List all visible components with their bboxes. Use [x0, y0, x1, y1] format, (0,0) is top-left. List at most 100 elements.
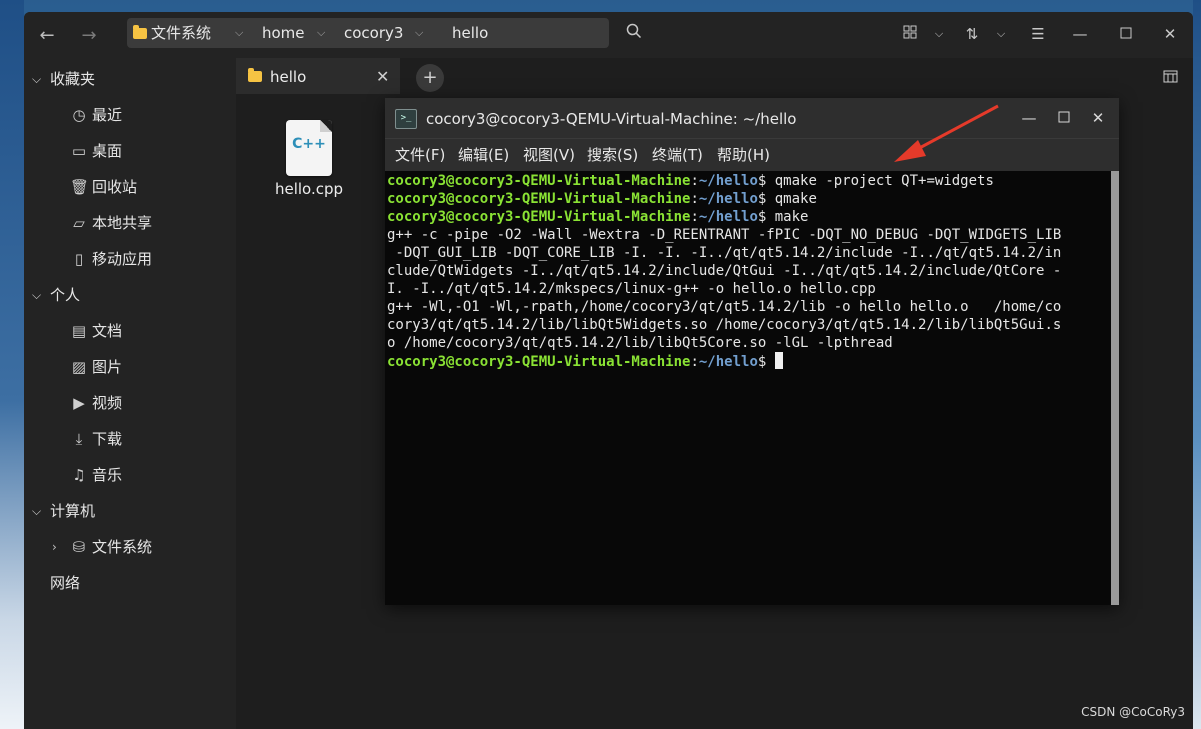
prompt-separator: : — [690, 191, 699, 207]
maximize-icon[interactable] — [1053, 108, 1075, 128]
minimize-icon[interactable]: — — [1070, 22, 1090, 46]
document-icon: ▤ — [71, 322, 87, 340]
icon-view-icon[interactable] — [900, 22, 920, 46]
terminal-output-line: o /home/cocory3/qt/qt5.14.2/lib/libQt5Co… — [387, 335, 893, 351]
sidebar-item-documents[interactable]: ▤ 文档 — [24, 313, 234, 349]
sidebar-item-label: 最近 — [92, 106, 123, 124]
menu-view[interactable]: 视图(V) — [523, 139, 575, 171]
terminal-output-line: -DQT_GUI_LIB -DQT_CORE_LIB -I. -I. -I../… — [387, 245, 1062, 261]
sidebar-section-personal[interactable]: ⌵ 个人 — [24, 277, 234, 313]
terminal-prompt-line: cocory3@cocory3-QEMU-Virtual-Machine:~/h… — [387, 172, 994, 190]
chevron-right-icon[interactable]: › — [52, 529, 57, 565]
sidebar-item-local-share[interactable]: ▱ 本地共享 — [24, 205, 234, 241]
terminal-title: cocory3@cocory3-QEMU-Virtual-Machine: ~/… — [426, 110, 797, 128]
sidebar-section-network[interactable]: 网络 — [24, 565, 234, 601]
sidebar-item-pictures[interactable]: ▨ 图片 — [24, 349, 234, 385]
sidebar-section-favorites[interactable]: ⌵ 收藏夹 — [24, 61, 234, 97]
sidebar-section-computer[interactable]: ⌵ 计算机 — [24, 493, 234, 529]
chevron-down-icon: ⌵ — [32, 288, 42, 302]
close-icon[interactable]: ✕ — [1087, 108, 1109, 128]
sidebar-item-desktop[interactable]: ▭ 桌面 — [24, 133, 234, 169]
breadcrumb: 文件系统 ⌵ home ⌵ cocory3 ⌵ hello — [127, 18, 609, 48]
prompt-user: cocory3@cocory3-QEMU-Virtual-Machine — [387, 354, 691, 370]
prompt-path: ~/hello — [698, 191, 758, 207]
chevron-down-icon[interactable]: ⌵ — [317, 18, 325, 48]
add-tab-button[interactable]: + — [416, 64, 444, 92]
prompt-separator: : — [690, 209, 699, 225]
video-icon: ▶ — [73, 394, 85, 412]
image-icon: ▨ — [71, 358, 87, 376]
chevron-down-icon[interactable]: ⌵ — [235, 18, 243, 48]
forward-button[interactable]: → — [76, 22, 102, 48]
desktop-icon: ▭ — [71, 142, 87, 160]
chevron-down-icon[interactable]: ⌵ — [992, 22, 1010, 46]
close-icon[interactable]: ✕ — [1160, 22, 1180, 46]
prompt-path: ~/hello — [698, 173, 758, 189]
sort-icon[interactable]: ⇅ — [962, 22, 982, 46]
tab-hello[interactable]: hello ✕ — [236, 58, 400, 94]
sidebar-item-label: 本地共享 — [92, 214, 153, 232]
file-manager-toolbar: ← → 文件系统 ⌵ home ⌵ cocory3 ⌵ hello ⌵ ⇅ ⌵ … — [24, 12, 1193, 58]
desktop-wallpaper — [0, 0, 24, 729]
sidebar-item-music[interactable]: ♫ 音乐 — [24, 457, 234, 493]
sidebar-item-recent[interactable]: ◷ 最近 — [24, 97, 234, 133]
terminal-titlebar[interactable]: >_ cocory3@cocory3-QEMU-Virtual-Machine:… — [385, 98, 1119, 138]
breadcrumb-item-hello[interactable]: hello — [452, 18, 488, 48]
file-name: hello.cpp — [274, 180, 344, 198]
sidebar: ⌵ 收藏夹 ◷ 最近 ▭ 桌面 🗑 回收站 ▱ 本地共享 ▯ 移动应用 ⌵ 个人 ▤ 文档 ▨ 图… — [24, 58, 234, 729]
sidebar-item-label: 移动应用 — [92, 250, 153, 268]
sidebar-item-filesystem[interactable]: › ⛁ 文件系统 — [24, 529, 234, 565]
menu-help[interactable]: 帮助(H) — [717, 139, 770, 171]
close-icon[interactable]: ✕ — [376, 58, 389, 96]
folder-icon — [133, 25, 147, 39]
back-button[interactable]: ← — [34, 22, 60, 48]
sidebar-item-mobile-apps[interactable]: ▯ 移动应用 — [24, 241, 234, 277]
terminal-prompt-line: cocory3@cocory3-QEMU-Virtual-Machine:~/h… — [387, 190, 817, 208]
sidebar-section-label: 计算机 — [50, 502, 96, 520]
music-icon: ♫ — [72, 466, 86, 484]
sidebar-item-label: 文档 — [92, 322, 123, 340]
search-icon[interactable] — [622, 22, 646, 46]
phone-icon: ▯ — [74, 250, 84, 268]
trash-icon: 🗑 — [70, 178, 90, 196]
sidebar-item-downloads[interactable]: ⤓ 下载 — [24, 421, 234, 457]
breadcrumb-item-filesystem[interactable]: 文件系统 — [133, 18, 211, 48]
folder-icon — [248, 68, 262, 82]
terminal-icon: >_ — [395, 109, 417, 129]
menu-icon[interactable]: ☰ — [1028, 22, 1048, 46]
file-type-label: C++ — [292, 136, 326, 152]
terminal-output-line: g++ -Wl,-O1 -Wl,-rpath,/home/cocory3/qt/… — [387, 299, 1062, 315]
breadcrumb-item-cocory3[interactable]: cocory3 — [344, 18, 403, 48]
breadcrumb-label: 文件系统 — [151, 24, 212, 42]
chevron-down-icon[interactable]: ⌵ — [415, 18, 423, 48]
chevron-down-icon[interactable]: ⌵ — [930, 22, 948, 46]
menu-file[interactable]: 文件(F) — [395, 139, 445, 171]
sidebar-item-label: 视频 — [92, 394, 123, 412]
terminal-cursor — [774, 352, 783, 369]
breadcrumb-item-home[interactable]: home — [262, 18, 305, 48]
sidebar-item-label: 桌面 — [92, 142, 123, 160]
sidebar-item-videos[interactable]: ▶ 视频 — [24, 385, 234, 421]
minimize-icon[interactable]: — — [1018, 108, 1040, 128]
prompt-separator: : — [690, 173, 699, 189]
menu-edit[interactable]: 编辑(E) — [458, 139, 509, 171]
split-view-icon[interactable] — [1163, 70, 1178, 87]
file-item-hello-cpp[interactable]: C++ hello.cpp — [266, 120, 352, 214]
sidebar-section-label: 收藏夹 — [50, 70, 96, 88]
prompt-path: ~/hello — [698, 209, 758, 225]
maximize-icon[interactable] — [1116, 22, 1136, 46]
sidebar-item-trash[interactable]: 🗑 回收站 — [24, 169, 234, 205]
terminal-window: >_ cocory3@cocory3-QEMU-Virtual-Machine:… — [385, 98, 1119, 605]
chevron-down-icon: ⌵ — [32, 72, 42, 86]
sidebar-section-label: 个人 — [50, 286, 81, 304]
cpp-file-icon: C++ — [286, 120, 332, 176]
menu-search[interactable]: 搜索(S) — [587, 139, 638, 171]
prompt-command: $ make — [757, 209, 809, 225]
terminal-scrollbar[interactable] — [1111, 171, 1119, 605]
terminal-output[interactable]: cocory3@cocory3-QEMU-Virtual-Machine:~/h… — [385, 171, 1111, 605]
terminal-output-line: I. -I../qt/qt5.14.2/mkspecs/linux-g++ -o… — [387, 281, 876, 297]
download-icon: ⤓ — [75, 430, 83, 448]
menu-terminal[interactable]: 终端(T) — [652, 139, 703, 171]
watermark: CSDN @CoCoRy3 — [1081, 705, 1185, 719]
tab-label: hello — [270, 68, 307, 86]
